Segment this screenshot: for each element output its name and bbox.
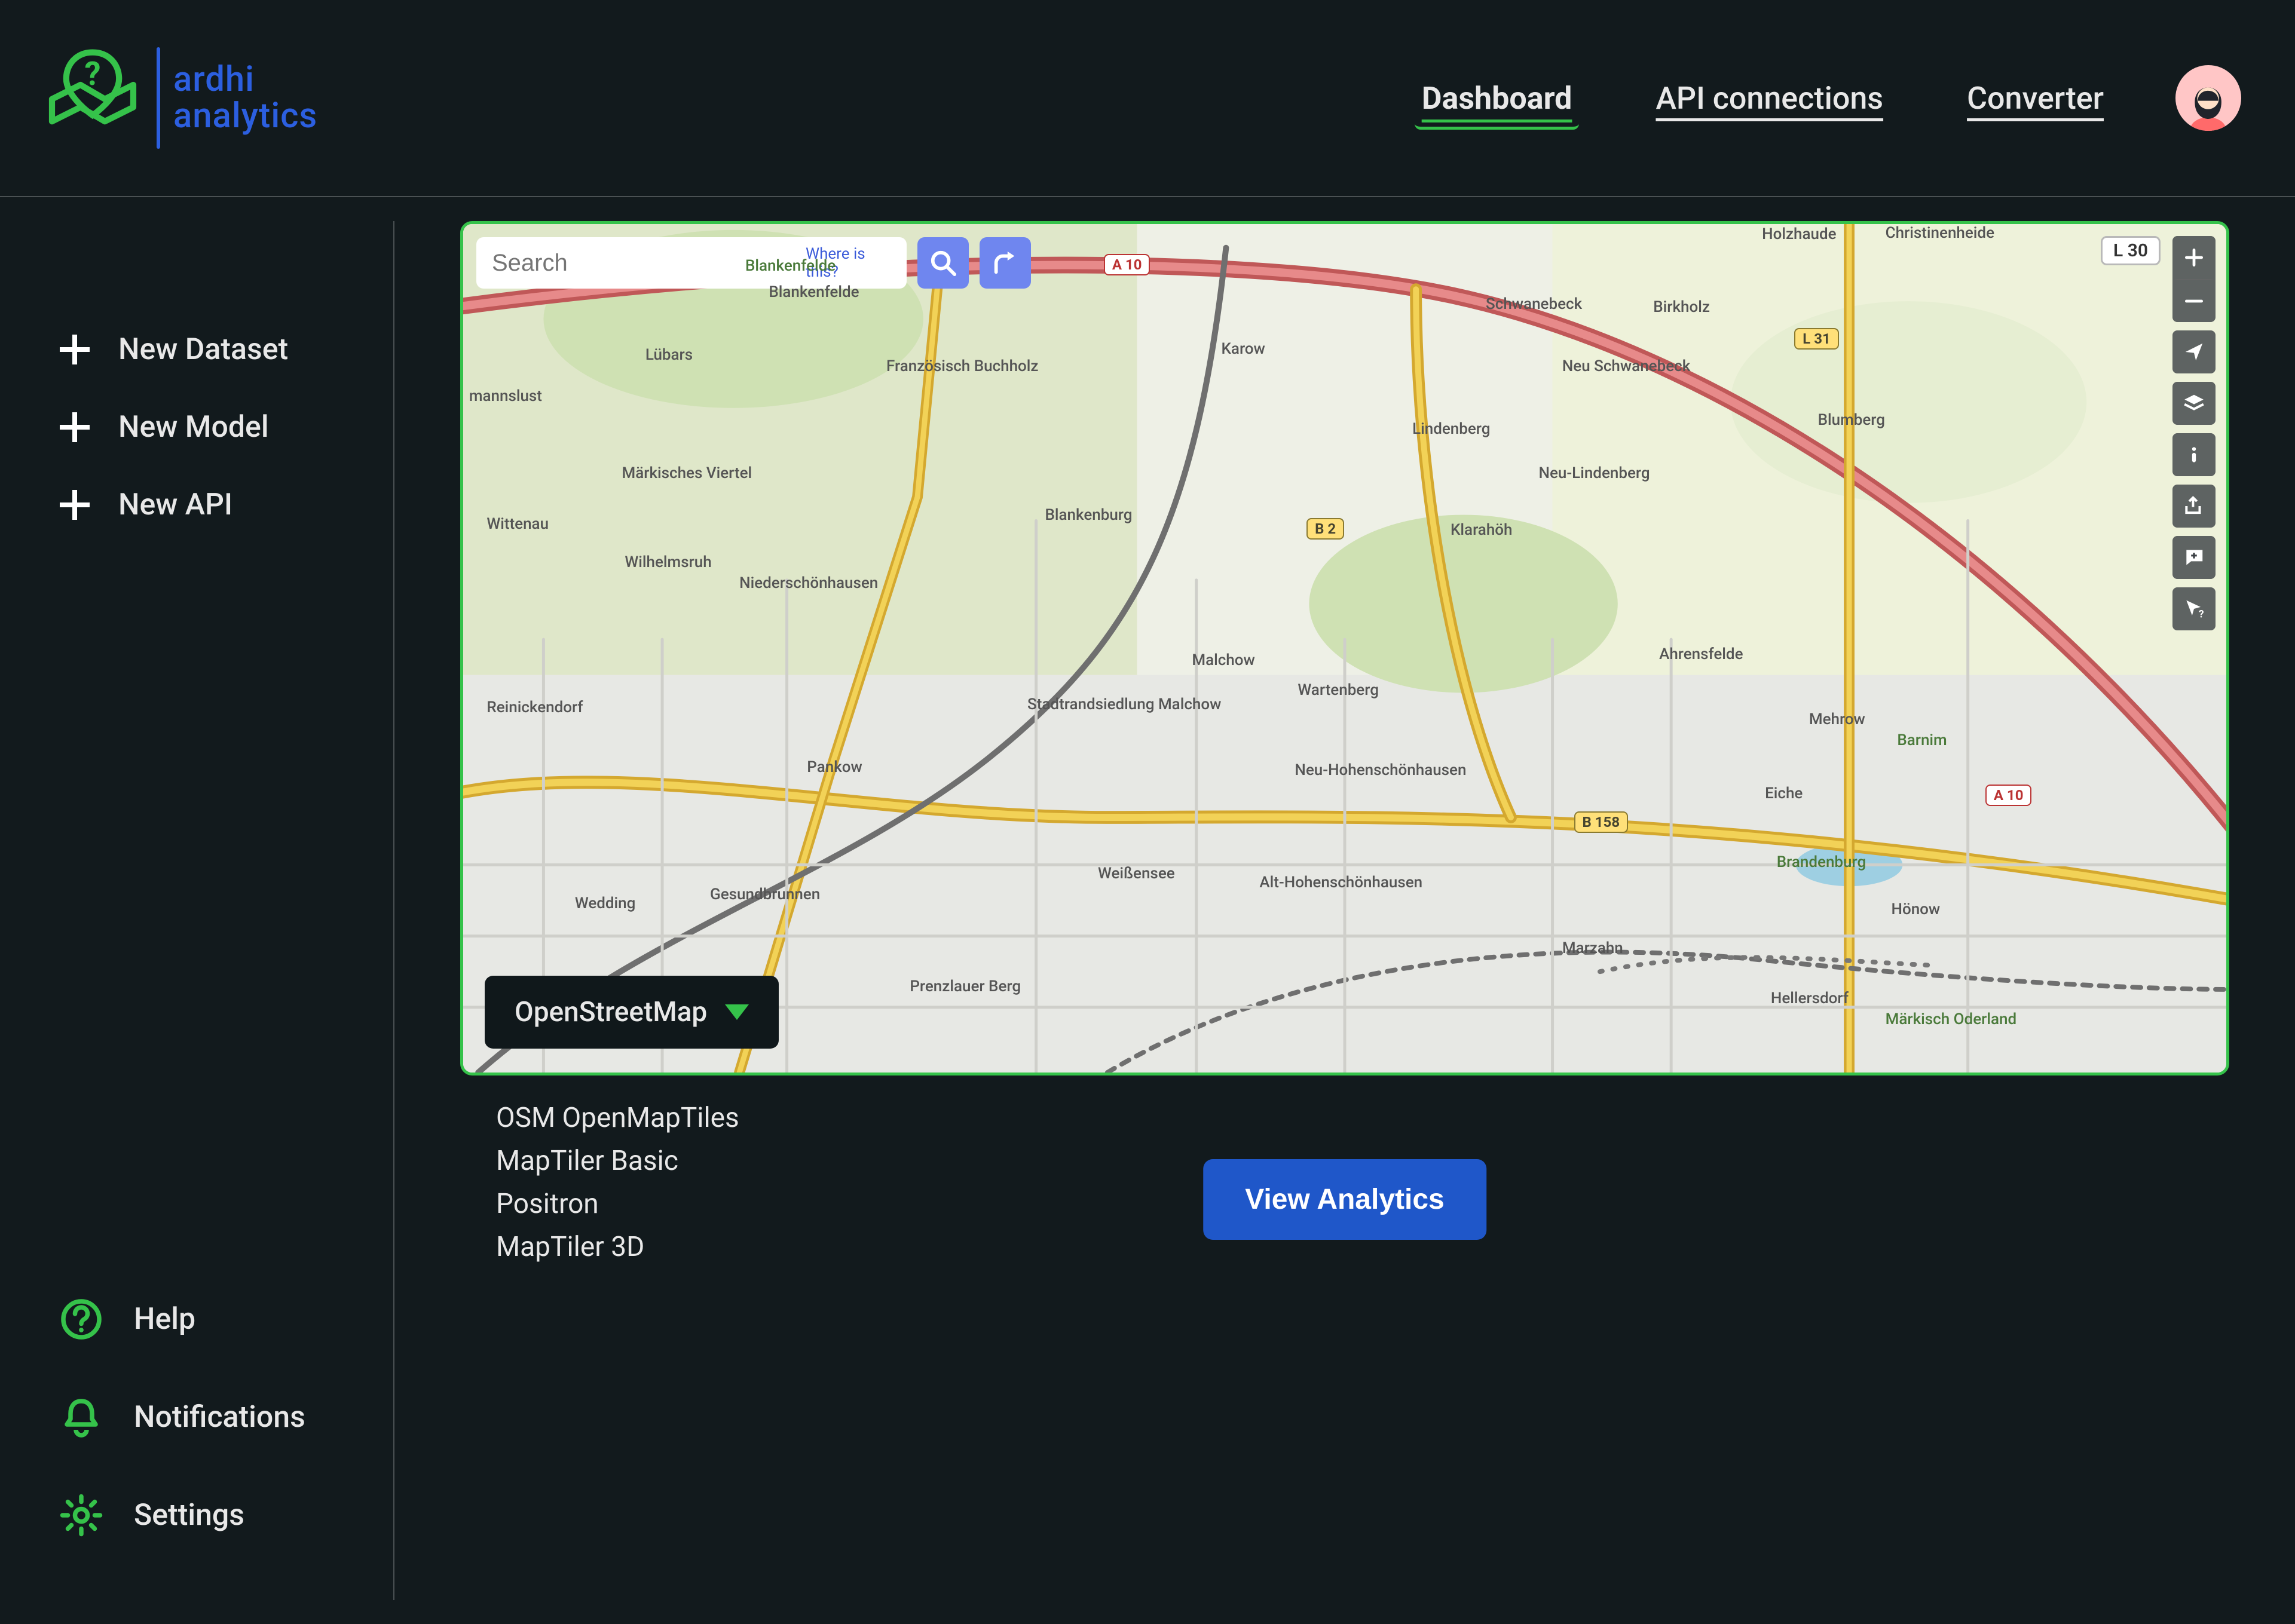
plus-icon — [60, 335, 90, 364]
map-search-input[interactable] — [492, 250, 800, 277]
zoom-control — [2172, 236, 2216, 322]
sidebar-new-api[interactable]: New API — [60, 466, 363, 544]
magnifier-icon — [929, 249, 957, 277]
svg-text:?: ? — [2199, 608, 2204, 620]
add-comment-button[interactable] — [2172, 536, 2216, 579]
info-button[interactable] — [2172, 433, 2216, 476]
search-field-wrap: Where is this? — [476, 237, 907, 289]
zoom-out-button[interactable] — [2172, 279, 2216, 322]
bell-icon — [60, 1396, 103, 1439]
route-shield-l30: L 30 — [2101, 236, 2161, 265]
locate-icon — [2183, 341, 2205, 363]
svg-text:?: ? — [84, 56, 100, 93]
sidebar-item-label: New Dataset — [118, 332, 288, 367]
chevron-down-icon — [725, 1004, 749, 1020]
settings-icon — [60, 1494, 103, 1537]
brand-line1: ardhi — [173, 62, 317, 98]
where-is-this-link[interactable]: Where is this? — [806, 245, 895, 281]
info-icon — [2183, 443, 2205, 466]
sidebar-item-label: Notifications — [134, 1400, 305, 1435]
nav-api-connections[interactable]: API connections — [1656, 80, 1883, 117]
sidebar-new-model[interactable]: New Model — [60, 388, 363, 466]
plus-icon — [2183, 246, 2205, 269]
map-canvas — [463, 224, 2226, 1073]
nav-dashboard[interactable]: Dashboard — [1422, 80, 1572, 117]
sidebar-item-label: Help — [134, 1302, 195, 1337]
basemap-option[interactable]: OSM OpenMapTiles — [496, 1102, 2229, 1134]
layers-icon — [2183, 392, 2205, 415]
search-button[interactable] — [917, 237, 969, 289]
sidebar-item-label: New Model — [118, 410, 269, 445]
top-nav: Dashboard API connections Converter — [1422, 80, 2104, 117]
map-controls: ? — [2172, 236, 2216, 630]
app-body: New Dataset New Model New API Help Notif… — [0, 197, 2295, 1624]
avatar-icon — [2178, 71, 2238, 131]
layers-button[interactable] — [2172, 382, 2216, 425]
brand-line2: analytics — [173, 98, 317, 134]
plus-icon — [60, 412, 90, 442]
directions-button[interactable] — [980, 237, 1031, 289]
main-content: L 30 Where is this? — [394, 197, 2295, 1624]
map-search-bar: Where is this? — [476, 237, 1031, 289]
share-button[interactable] — [2172, 485, 2216, 528]
basemap-selected-label: OpenStreetMap — [515, 996, 707, 1028]
sidebar-item-label: Settings — [134, 1498, 244, 1533]
help-icon — [60, 1298, 103, 1341]
view-analytics-button[interactable]: View Analytics — [1203, 1159, 1486, 1240]
brand-logo[interactable]: ? ardhi analytics — [42, 44, 317, 152]
minus-icon — [2183, 290, 2205, 312]
share-icon — [2183, 495, 2205, 517]
sidebar-settings[interactable]: Settings — [60, 1466, 363, 1564]
sidebar-new-dataset[interactable]: New Dataset — [60, 311, 363, 388]
logo-mark-icon: ? — [42, 44, 143, 152]
comment-plus-icon — [2183, 546, 2205, 569]
zoom-in-button[interactable] — [2172, 236, 2216, 279]
map-viewport[interactable]: L 30 Where is this? — [460, 221, 2229, 1075]
query-button[interactable]: ? — [2172, 587, 2216, 630]
brand-name: ardhi analytics — [173, 62, 317, 134]
nav-converter[interactable]: Converter — [1967, 80, 2104, 117]
plus-icon — [60, 490, 90, 520]
sidebar: New Dataset New Model New API Help Notif… — [0, 221, 394, 1600]
user-avatar[interactable] — [2175, 65, 2241, 131]
app-header: ? ardhi analytics Dashboard API connecti… — [0, 0, 2295, 197]
sidebar-notifications[interactable]: Notifications — [60, 1368, 363, 1466]
directions-icon — [992, 249, 1019, 277]
basemap-selector[interactable]: OpenStreetMap — [485, 976, 779, 1049]
sidebar-item-label: New API — [118, 488, 232, 522]
logo-divider — [157, 47, 160, 149]
sidebar-spacer — [60, 544, 363, 1270]
cursor-question-icon: ? — [2183, 597, 2205, 620]
sidebar-help[interactable]: Help — [60, 1270, 363, 1368]
locate-button[interactable] — [2172, 330, 2216, 373]
